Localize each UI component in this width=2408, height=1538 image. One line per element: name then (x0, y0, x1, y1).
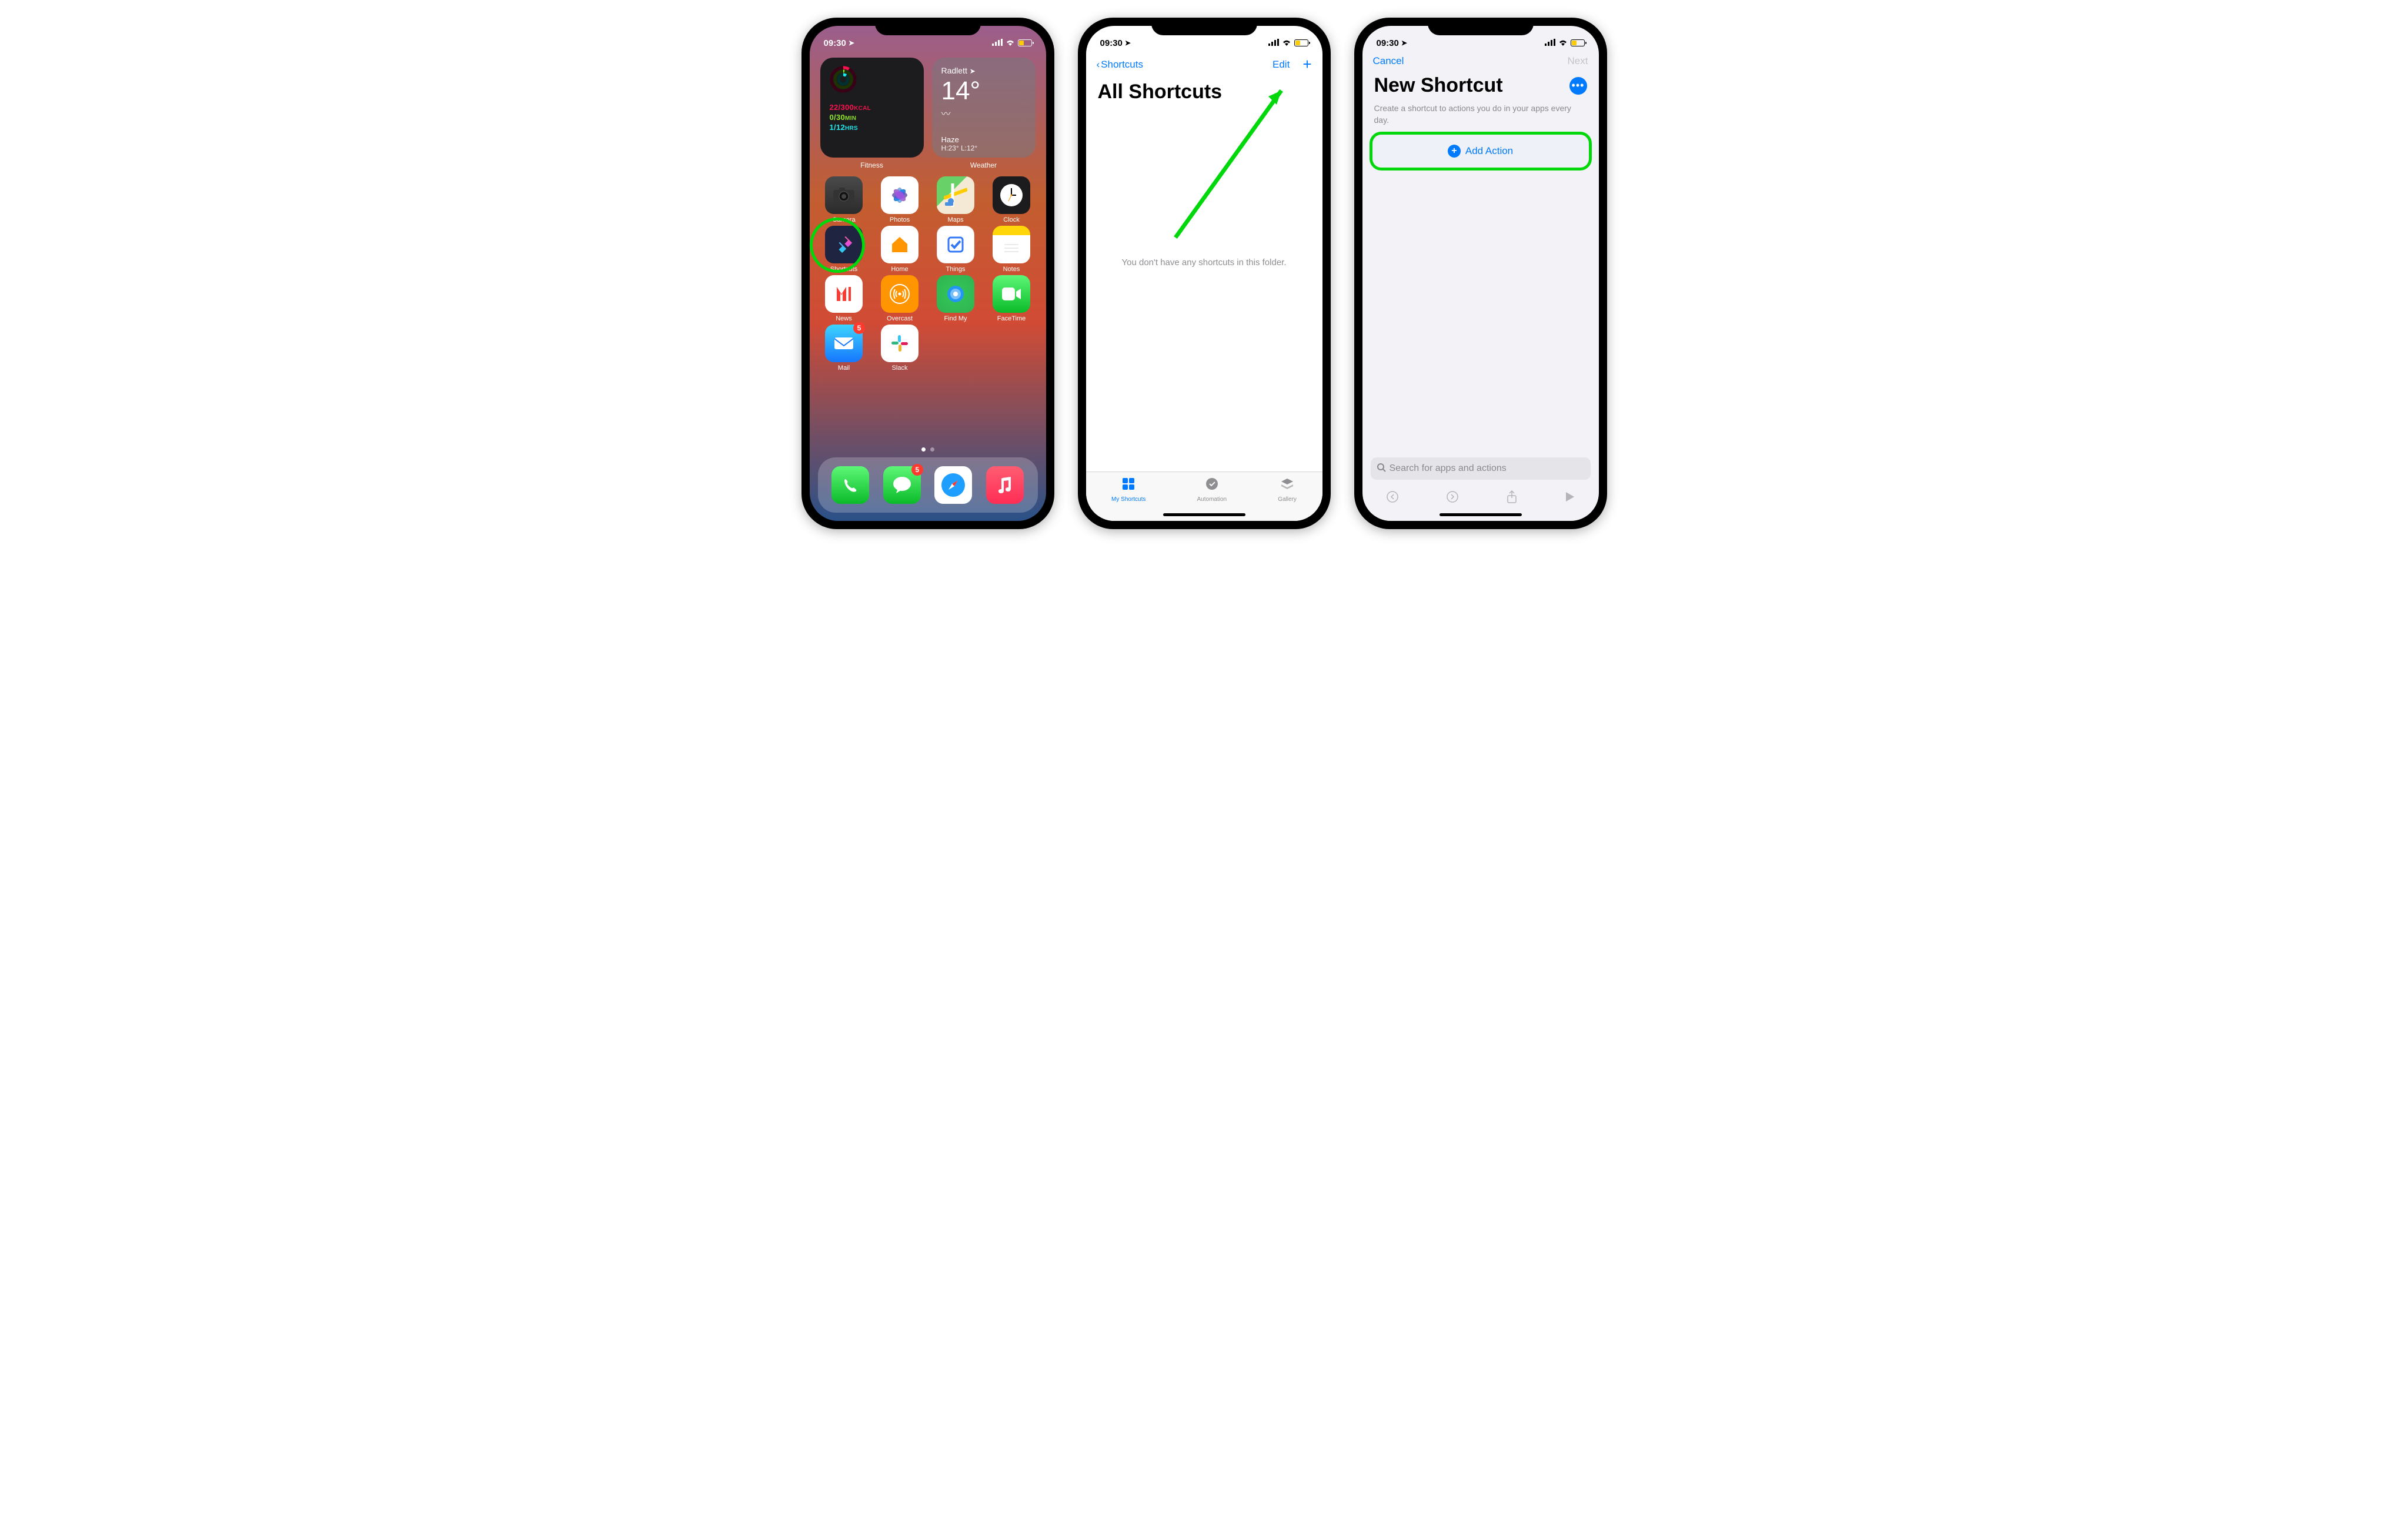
signal-icon (1545, 38, 1555, 48)
page-title: All Shortcuts (1086, 78, 1322, 111)
location-icon: ➤ (1401, 39, 1407, 47)
more-button[interactable]: ••• (1569, 77, 1587, 95)
chevron-left-icon: ‹ (1097, 59, 1100, 71)
tab-my-shortcuts[interactable]: My Shortcuts (1111, 477, 1145, 521)
share-button[interactable] (1506, 490, 1518, 507)
signal-icon (992, 38, 1003, 48)
status-time: 09:30 (824, 38, 846, 48)
wifi-icon (1558, 38, 1568, 48)
fitness-exercise: 0/30 (830, 113, 846, 122)
findmy-app[interactable]: Find My (930, 275, 982, 322)
redo-button[interactable] (1446, 490, 1459, 507)
add-action-button[interactable]: + Add Action (1373, 135, 1588, 167)
weather-widget-label: Weather (932, 161, 1036, 169)
facetime-app[interactable]: FaceTime (986, 275, 1038, 322)
fitness-widget[interactable]: 22/300KCAL 0/30MIN 1/12HRS (820, 58, 924, 158)
stack-icon (1280, 477, 1294, 494)
status-time: 09:30 (1100, 38, 1123, 48)
edit-button[interactable]: Edit (1273, 59, 1290, 71)
notes-app[interactable]: Notes (986, 226, 1038, 273)
page-title: New Shortcut (1374, 74, 1503, 97)
location-icon: ➤ (1125, 39, 1131, 47)
weather-location: Radlett (941, 66, 967, 75)
phone-new-shortcut: 09:30➤ Cancel Next New Shortcut ••• Crea… (1354, 18, 1607, 529)
search-placeholder: Search for apps and actions (1390, 463, 1507, 474)
music-app[interactable] (986, 466, 1024, 504)
messages-badge: 5 (911, 464, 923, 476)
phone-all-shortcuts: 09:30➤ ‹ Shortcuts Edit + All Shortcuts … (1078, 18, 1331, 529)
ellipsis-icon: ••• (1572, 79, 1585, 92)
empty-state-message: You don't have any shortcuts in this fol… (1086, 258, 1322, 268)
wifi-icon (1281, 38, 1292, 48)
clock-check-icon (1205, 477, 1219, 494)
overcast-app[interactable]: Overcast (874, 275, 926, 322)
fitness-widget-label: Fitness (820, 161, 924, 169)
undo-button[interactable] (1386, 490, 1399, 507)
page-indicator[interactable] (810, 447, 1046, 452)
fitness-move: 22/300 (830, 103, 854, 112)
weather-condition: Haze (941, 135, 1026, 144)
status-bar: 09:30➤ (810, 26, 1046, 52)
grid-icon (1121, 477, 1135, 494)
home-app[interactable]: Home (874, 226, 926, 273)
description-text: Create a shortcut to actions you do in y… (1362, 103, 1599, 135)
messages-app[interactable]: 5 (883, 466, 921, 504)
status-bar: 09:30➤ (1086, 26, 1322, 52)
battery-icon (1571, 39, 1585, 46)
weather-widget[interactable]: Radlett ➤ 14° 〰 Haze H:23° L:12° (932, 58, 1036, 158)
add-shortcut-button[interactable]: + (1302, 55, 1311, 73)
highlight-rect (1370, 132, 1592, 170)
phone-home-screen: 09:30➤ 22/300KCAL 0/30MIN (801, 18, 1054, 529)
tab-gallery[interactable]: Gallery (1278, 477, 1297, 521)
dock: 5 (818, 457, 1038, 513)
home-indicator[interactable] (1440, 513, 1522, 516)
mail-badge: 5 (853, 322, 865, 334)
news-app[interactable]: News (818, 275, 870, 322)
play-button[interactable] (1565, 491, 1575, 506)
fitness-stand: 1/12 (830, 123, 846, 132)
toolbar (1362, 482, 1599, 515)
camera-app[interactable]: Camera (818, 176, 870, 223)
search-input[interactable]: Search for apps and actions (1371, 457, 1591, 480)
activity-rings-icon (830, 66, 857, 93)
cancel-button[interactable]: Cancel (1373, 55, 1404, 67)
maps-app[interactable]: Maps (930, 176, 982, 223)
mail-app[interactable]: 5Mail (818, 325, 870, 372)
search-icon (1377, 463, 1386, 475)
safari-app[interactable] (934, 466, 972, 504)
next-button: Next (1568, 55, 1588, 67)
status-bar: 09:30➤ (1362, 26, 1599, 52)
phone-app[interactable] (831, 466, 869, 504)
wifi-icon (1005, 38, 1016, 48)
photos-app[interactable]: Photos (874, 176, 926, 223)
things-app[interactable]: Things (930, 226, 982, 273)
clock-app[interactable]: Clock (986, 176, 1038, 223)
home-indicator[interactable] (1163, 513, 1245, 516)
location-icon: ➤ (849, 39, 854, 47)
highlight-circle (810, 218, 865, 273)
back-button[interactable]: ‹ Shortcuts (1097, 59, 1143, 71)
slack-app[interactable]: Slack (874, 325, 926, 372)
battery-icon (1294, 39, 1308, 46)
weather-hilo: H:23° L:12° (941, 144, 1026, 152)
battery-icon (1018, 39, 1032, 46)
status-time: 09:30 (1377, 38, 1399, 48)
shortcuts-app[interactable]: Shortcuts (818, 226, 870, 273)
signal-icon (1268, 38, 1279, 48)
weather-temp: 14° (941, 76, 1026, 106)
